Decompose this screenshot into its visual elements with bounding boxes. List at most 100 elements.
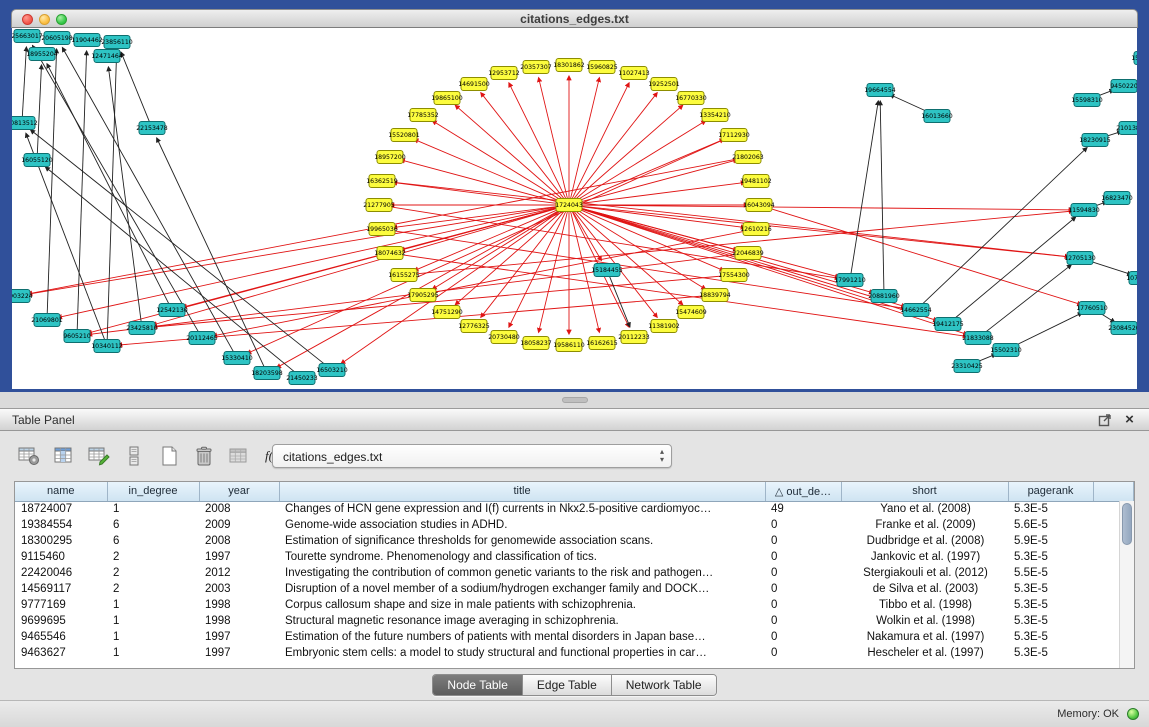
graph-node[interactable]: 18058237 [520,337,552,350]
graph-node[interactable]: 21013850 [1116,122,1137,135]
graph-node[interactable]: 17785352 [407,109,439,122]
graph-node[interactable]: 15598310 [1071,94,1103,107]
graph-node[interactable]: 9450220 [1110,80,1137,93]
table-cell[interactable]: 0 [765,645,841,661]
table-cell[interactable]: 0 [765,549,841,565]
table-cell[interactable]: Disruption of a novel member of a sodium… [279,581,765,597]
graph-node[interactable]: 1724043 [555,199,583,212]
graph-node[interactable]: 16362519 [366,175,398,188]
table-cell[interactable]: 0 [765,565,841,581]
table-cell[interactable]: Investigating the contribution of common… [279,565,765,581]
column-header-in_degree[interactable]: in_degree [107,482,199,501]
graph-node[interactable]: 16770330 [675,92,707,105]
table-cell[interactable]: Yano et al. (2008) [841,501,1008,517]
graph-node[interactable]: 18957200 [374,151,406,164]
table-cell[interactable]: de Silva et al. (2003) [841,581,1008,597]
tab-network-table[interactable]: Network Table [612,675,716,695]
table-cell[interactable]: 0 [765,629,841,645]
table-cell[interactable]: 0 [765,517,841,533]
graph-node[interactable]: 16823470 [1101,192,1133,205]
graph-node[interactable]: 16043094 [743,199,775,212]
table-row[interactable]: 1872400712008Changes of HCN gene express… [15,501,1134,517]
graph-node[interactable]: 12471464 [91,50,123,63]
column-header-name[interactable]: name [15,482,107,501]
column-header-title[interactable]: title [279,482,765,501]
column-chooser-icon[interactable] [51,443,77,469]
close-panel-icon[interactable]: × [1122,413,1137,428]
graph-node[interactable]: 18839794 [699,289,731,302]
graph-node[interactable]: 11594830 [1068,204,1100,217]
table-cell[interactable]: 9777169 [15,597,107,613]
network-window-titlebar[interactable]: citations_edges.txt [11,9,1138,28]
table-cell[interactable]: 14569117 [15,581,107,597]
table-cell[interactable]: 1997 [199,549,279,565]
graph-node[interactable]: 18074632 [374,247,406,260]
table-cell[interactable]: Hescheler et al. (1997) [841,645,1008,661]
table-row[interactable]: 977716911998Corpus callosum shape and si… [15,597,1134,613]
new-table-icon[interactable] [156,443,182,469]
table-cell[interactable]: Corpus callosum shape and size in male p… [279,597,765,613]
graph-node[interactable]: 18203598 [251,367,283,380]
table-cell[interactable]: 2003 [199,581,279,597]
graph-node[interactable]: 16013660 [921,110,953,123]
panel-divider[interactable] [0,392,1149,408]
graph-node[interactable]: 20605198 [41,32,73,45]
table-cell[interactable]: Jankovic et al. (1997) [841,549,1008,565]
graph-node[interactable]: 11381902 [648,320,680,333]
graph-node[interactable]: 15520801 [388,129,420,142]
graph-node[interactable]: 9605210 [63,330,91,343]
table-cell[interactable]: 1 [107,501,199,517]
table-cell[interactable]: 9115460 [15,549,107,565]
vertical-scrollbar[interactable] [1119,501,1134,668]
graph-node[interactable]: 15474609 [675,306,707,319]
row-height-icon[interactable] [121,443,147,469]
graph-node[interactable]: 14662554 [900,304,932,317]
table-cell[interactable]: 1 [107,597,199,613]
graph-node[interactable]: 18955204 [26,48,58,61]
table-row[interactable]: 1938455462009Genome-wide association stu… [15,517,1134,533]
graph-node[interactable]: 21450233 [286,372,318,385]
graph-node[interactable]: 22046839 [732,247,764,260]
network-canvas[interactable]: 1724043160430941261021622046839175543001… [12,28,1137,389]
graph-node[interactable]: 14751290 [431,306,463,319]
table-cell[interactable]: Dudbridge et al. (2008) [841,533,1008,549]
table-cell[interactable]: Tourette syndrome. Phenomenology and cla… [279,549,765,565]
table-cell[interactable]: 5.3E-5 [1008,597,1093,613]
graph-node[interactable]: 12542130 [156,304,188,317]
graph-node[interactable]: 18230915 [1079,134,1111,147]
graph-node[interactable]: 21069801 [31,314,63,327]
table-cell[interactable]: 0 [765,533,841,549]
graph-node[interactable]: 10340112 [91,340,123,353]
graph-node[interactable]: 23856110 [101,36,133,49]
graph-node[interactable]: 20730480 [488,331,520,344]
graph-node[interactable]: 17760510 [1076,302,1108,315]
graph-node[interactable]: 16155275 [388,269,420,282]
graph-node[interactable]: 19252501 [648,78,680,91]
table-cell[interactable]: Embryonic stem cells: a model to study s… [279,645,765,661]
graph-node[interactable]: 13354210 [699,109,731,122]
graph-node[interactable]: 17905295 [407,289,439,302]
graph-node[interactable]: 19586110 [553,339,585,352]
table-cell[interactable]: 5.5E-5 [1008,565,1093,581]
table-cell[interactable]: 5.3E-5 [1008,629,1093,645]
column-header-year[interactable]: year [199,482,279,501]
table-cell[interactable]: 18724007 [15,501,107,517]
float-panel-icon[interactable] [1098,413,1113,428]
table-cell[interactable]: 2009 [199,517,279,533]
divider-handle-icon[interactable] [562,397,588,403]
table-cell[interactable]: Estimation of significance thresholds fo… [279,533,765,549]
graph-node[interactable]: 21833088 [962,332,994,345]
table-cell[interactable]: 1997 [199,645,279,661]
table-cell[interactable]: 2 [107,581,199,597]
table-row[interactable]: 946362711997Embryonic stem cells: a mode… [15,645,1134,661]
graph-node[interactable]: 20813512 [12,117,38,130]
graph-node[interactable]: 17112930 [718,129,750,142]
table-cell[interactable]: Nakamura et al. (1997) [841,629,1008,645]
table-cell[interactable]: 2008 [199,533,279,549]
table-cell[interactable]: 1998 [199,613,279,629]
table-select-dropdown[interactable]: citations_edges.txt ▴▾ [272,444,672,468]
graph-node[interactable]: 15502310 [990,344,1022,357]
column-header-out_de[interactable]: △ out_de… [765,482,841,501]
table-cell[interactable]: 9463627 [15,645,107,661]
graph-node[interactable]: 11027413 [618,67,650,80]
